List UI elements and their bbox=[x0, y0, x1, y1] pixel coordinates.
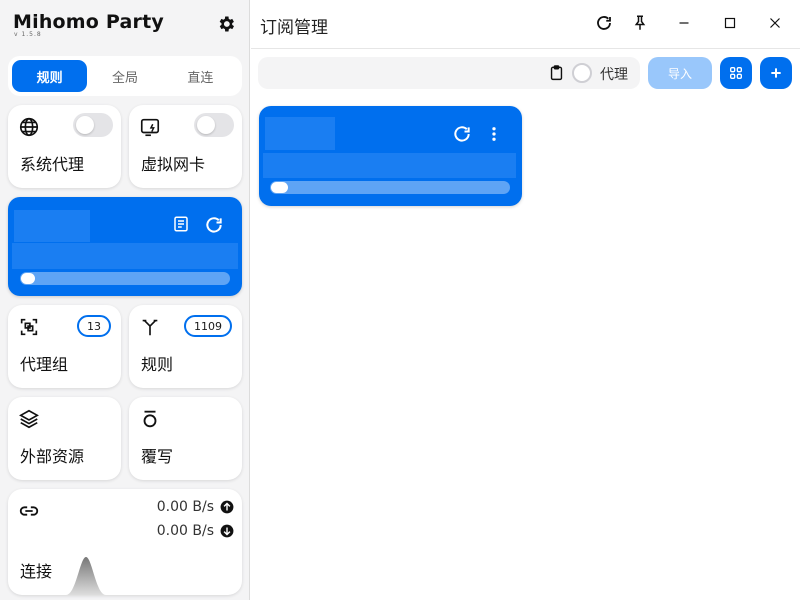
scan-icon bbox=[20, 318, 38, 336]
connections-card[interactable]: 0.00 B/s 0.00 B/s 连接 bbox=[8, 489, 242, 595]
upload-row: 0.00 B/s bbox=[157, 499, 234, 515]
override-card[interactable]: 覆写 bbox=[129, 397, 242, 480]
resources-card[interactable]: 外部资源 bbox=[8, 397, 121, 480]
traffic-sparkline bbox=[66, 557, 106, 595]
tun-icon bbox=[140, 118, 160, 137]
subscription-card[interactable] bbox=[259, 106, 522, 206]
page-title: 订阅管理 bbox=[260, 18, 328, 38]
system-proxy-label: 系统代理 bbox=[20, 155, 85, 174]
override-label: 覆写 bbox=[141, 447, 174, 466]
tun-card[interactable]: 虚拟网卡 bbox=[129, 105, 242, 188]
add-subscription-button[interactable] bbox=[760, 57, 792, 89]
link-icon bbox=[19, 506, 39, 516]
profile-card[interactable] bbox=[8, 197, 242, 296]
refresh-icon[interactable] bbox=[204, 215, 224, 235]
connections-label: 连接 bbox=[20, 562, 53, 581]
minimize-icon[interactable] bbox=[675, 14, 693, 32]
close-icon[interactable] bbox=[766, 14, 784, 32]
tab-rule-mode[interactable]: 规则 bbox=[12, 60, 88, 92]
system-proxy-toggle[interactable] bbox=[73, 113, 113, 137]
document-icon[interactable] bbox=[172, 215, 190, 233]
proxy-groups-count: 13 bbox=[77, 315, 111, 337]
plus-icon bbox=[771, 68, 781, 78]
profile-progress bbox=[20, 272, 230, 285]
header-divider bbox=[251, 48, 800, 49]
more-vertical-icon[interactable] bbox=[485, 124, 503, 144]
pin-icon[interactable] bbox=[631, 14, 649, 32]
refresh-icon[interactable] bbox=[595, 14, 613, 32]
clipboard-icon[interactable] bbox=[548, 64, 565, 82]
subscription-info-placeholder bbox=[263, 153, 516, 178]
proxy-groups-card[interactable]: 13 代理组 bbox=[8, 305, 121, 388]
rules-count: 1109 bbox=[184, 315, 232, 337]
gear-icon[interactable] bbox=[216, 14, 236, 34]
proxy-checkbox[interactable] bbox=[572, 63, 592, 83]
download-speed: 0.00 B/s bbox=[156, 523, 214, 539]
app-version: v 1.5.8 bbox=[14, 31, 42, 38]
fork-icon bbox=[142, 319, 158, 336]
upload-speed: 0.00 B/s bbox=[156, 499, 214, 515]
tab-direct-mode[interactable]: 直连 bbox=[163, 60, 238, 92]
import-button[interactable]: 导入 bbox=[648, 57, 712, 89]
app-title: Mihomo Party bbox=[13, 11, 164, 33]
sidebar: Mihomo Party v 1.5.8 规则 全局 直连 系统代理 虚拟网卡 bbox=[0, 0, 250, 600]
profile-info-placeholder bbox=[12, 243, 238, 269]
tun-toggle[interactable] bbox=[194, 113, 234, 137]
tun-label: 虚拟网卡 bbox=[141, 155, 206, 174]
refresh-icon[interactable] bbox=[452, 124, 472, 144]
rules-card[interactable]: 1109 规则 bbox=[129, 305, 242, 388]
globe-icon bbox=[19, 117, 39, 137]
download-row: 0.00 B/s bbox=[157, 523, 234, 539]
subscription-name-placeholder bbox=[265, 117, 335, 150]
maximize-icon[interactable] bbox=[721, 14, 739, 32]
arrow-down-circle-icon bbox=[220, 524, 234, 538]
sort-button[interactable] bbox=[720, 57, 752, 89]
proxy-groups-label: 代理组 bbox=[20, 355, 69, 374]
layers-icon bbox=[19, 409, 39, 429]
resources-label: 外部资源 bbox=[20, 447, 85, 466]
system-proxy-card[interactable]: 系统代理 bbox=[8, 105, 121, 188]
override-icon bbox=[143, 410, 157, 428]
tab-global-mode[interactable]: 全局 bbox=[87, 60, 162, 92]
proxy-checkbox-label: 代理 bbox=[600, 67, 628, 83]
profile-name-placeholder bbox=[14, 210, 90, 242]
subscription-progress bbox=[270, 181, 510, 194]
arrow-up-circle-icon bbox=[220, 500, 234, 514]
rules-label: 规则 bbox=[141, 355, 174, 374]
mode-selector: 规则 全局 直连 bbox=[8, 56, 242, 96]
grid-icon bbox=[730, 67, 742, 79]
